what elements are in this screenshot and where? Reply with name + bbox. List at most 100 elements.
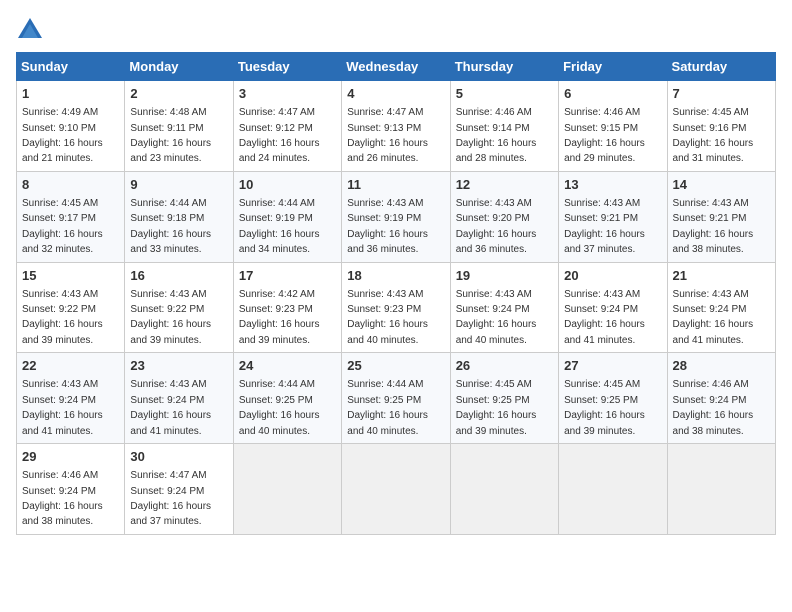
weekday-wednesday: Wednesday [342, 53, 450, 81]
weekday-thursday: Thursday [450, 53, 558, 81]
day-cell: 8 Sunrise: 4:45 AM Sunset: 9:17 PM Daylig… [17, 171, 125, 262]
day-info: Sunrise: 4:43 AM Sunset: 9:22 PM Dayligh… [22, 289, 103, 346]
day-number: 7 [673, 85, 770, 103]
day-number: 2 [130, 85, 227, 103]
weekday-friday: Friday [559, 53, 667, 81]
day-number: 17 [239, 267, 336, 285]
day-info: Sunrise: 4:46 AM Sunset: 9:15 PM Dayligh… [564, 107, 645, 164]
day-cell: 25 Sunrise: 4:44 AM Sunset: 9:25 PM Dayli… [342, 353, 450, 444]
day-number: 22 [22, 357, 119, 375]
week-row-3: 15Sunrise: 4:43 AM Sunset: 9:22 PM Dayli… [17, 262, 776, 353]
logo-icon [16, 16, 44, 44]
week-row-5: 29Sunrise: 4:46 AM Sunset: 9:24 PM Dayli… [17, 444, 776, 535]
day-info: Sunrise: 4:45 AM Sunset: 9:16 PM Dayligh… [673, 107, 754, 164]
day-number: 25 [347, 357, 444, 375]
day-info: Sunrise: 4:47 AM Sunset: 9:12 PM Dayligh… [239, 107, 320, 164]
day-number: 26 [456, 357, 553, 375]
day-number: 16 [130, 267, 227, 285]
day-cell: 3 Sunrise: 4:47 AM Sunset: 9:12 PM Daylig… [233, 81, 341, 172]
day-cell: 18Sunrise: 4:43 AM Sunset: 9:23 PM Dayli… [342, 262, 450, 353]
day-info: Sunrise: 4:43 AM Sunset: 9:19 PM Dayligh… [347, 198, 428, 255]
day-cell: 10 Sunrise: 4:44 AM Sunset: 9:19 PM Dayli… [233, 171, 341, 262]
day-cell: 5 Sunrise: 4:46 AM Sunset: 9:14 PM Daylig… [450, 81, 558, 172]
day-cell [559, 444, 667, 535]
weekday-monday: Monday [125, 53, 233, 81]
day-number: 27 [564, 357, 661, 375]
day-number: 5 [456, 85, 553, 103]
day-cell: 2 Sunrise: 4:48 AM Sunset: 9:11 PM Daylig… [125, 81, 233, 172]
day-number: 6 [564, 85, 661, 103]
day-cell: 1 Sunrise: 4:49 AM Sunset: 9:10 PM Daylig… [17, 81, 125, 172]
calendar-body: 1 Sunrise: 4:49 AM Sunset: 9:10 PM Daylig… [17, 81, 776, 535]
day-info: Sunrise: 4:44 AM Sunset: 9:25 PM Dayligh… [347, 379, 428, 436]
day-cell: 29Sunrise: 4:46 AM Sunset: 9:24 PM Dayli… [17, 444, 125, 535]
day-info: Sunrise: 4:49 AM Sunset: 9:10 PM Dayligh… [22, 107, 103, 164]
day-cell: 27 Sunrise: 4:45 AM Sunset: 9:25 PM Dayli… [559, 353, 667, 444]
day-cell: 6 Sunrise: 4:46 AM Sunset: 9:15 PM Daylig… [559, 81, 667, 172]
day-cell: 9Sunrise: 4:44 AM Sunset: 9:18 PM Daylig… [125, 171, 233, 262]
day-cell: 19 Sunrise: 4:43 AM Sunset: 9:24 PM Dayli… [450, 262, 558, 353]
day-number: 12 [456, 176, 553, 194]
day-info: Sunrise: 4:45 AM Sunset: 9:25 PM Dayligh… [456, 379, 537, 436]
day-cell [667, 444, 775, 535]
day-cell: 22Sunrise: 4:43 AM Sunset: 9:24 PM Dayli… [17, 353, 125, 444]
day-cell [450, 444, 558, 535]
day-number: 1 [22, 85, 119, 103]
day-info: Sunrise: 4:43 AM Sunset: 9:24 PM Dayligh… [456, 289, 537, 346]
day-number: 19 [456, 267, 553, 285]
day-info: Sunrise: 4:46 AM Sunset: 9:24 PM Dayligh… [673, 379, 754, 436]
day-info: Sunrise: 4:44 AM Sunset: 9:19 PM Dayligh… [239, 198, 320, 255]
day-number: 29 [22, 448, 119, 466]
day-info: Sunrise: 4:44 AM Sunset: 9:25 PM Dayligh… [239, 379, 320, 436]
day-cell [233, 444, 341, 535]
day-number: 20 [564, 267, 661, 285]
day-info: Sunrise: 4:43 AM Sunset: 9:24 PM Dayligh… [673, 289, 754, 346]
day-cell: 7 Sunrise: 4:45 AM Sunset: 9:16 PM Daylig… [667, 81, 775, 172]
day-number: 9 [130, 176, 227, 194]
day-cell: 23Sunrise: 4:43 AM Sunset: 9:24 PM Dayli… [125, 353, 233, 444]
week-row-2: 8 Sunrise: 4:45 AM Sunset: 9:17 PM Daylig… [17, 171, 776, 262]
day-info: Sunrise: 4:43 AM Sunset: 9:22 PM Dayligh… [130, 289, 211, 346]
day-info: Sunrise: 4:43 AM Sunset: 9:24 PM Dayligh… [564, 289, 645, 346]
day-number: 24 [239, 357, 336, 375]
day-cell: 11Sunrise: 4:43 AM Sunset: 9:19 PM Dayli… [342, 171, 450, 262]
weekday-saturday: Saturday [667, 53, 775, 81]
day-number: 4 [347, 85, 444, 103]
day-cell: 16 Sunrise: 4:43 AM Sunset: 9:22 PM Dayli… [125, 262, 233, 353]
calendar-table: SundayMondayTuesdayWednesdayThursdayFrid… [16, 52, 776, 535]
week-row-4: 22Sunrise: 4:43 AM Sunset: 9:24 PM Dayli… [17, 353, 776, 444]
day-cell: 20 Sunrise: 4:43 AM Sunset: 9:24 PM Dayli… [559, 262, 667, 353]
weekday-sunday: Sunday [17, 53, 125, 81]
day-info: Sunrise: 4:47 AM Sunset: 9:13 PM Dayligh… [347, 107, 428, 164]
day-cell: 13Sunrise: 4:43 AM Sunset: 9:21 PM Dayli… [559, 171, 667, 262]
day-cell: 26 Sunrise: 4:45 AM Sunset: 9:25 PM Dayli… [450, 353, 558, 444]
day-info: Sunrise: 4:45 AM Sunset: 9:25 PM Dayligh… [564, 379, 645, 436]
day-info: Sunrise: 4:43 AM Sunset: 9:23 PM Dayligh… [347, 289, 428, 346]
day-info: Sunrise: 4:43 AM Sunset: 9:21 PM Dayligh… [673, 198, 754, 255]
day-number: 10 [239, 176, 336, 194]
day-cell: 21 Sunrise: 4:43 AM Sunset: 9:24 PM Dayli… [667, 262, 775, 353]
day-info: Sunrise: 4:46 AM Sunset: 9:14 PM Dayligh… [456, 107, 537, 164]
day-cell [342, 444, 450, 535]
day-number: 23 [130, 357, 227, 375]
day-cell: 30 Sunrise: 4:47 AM Sunset: 9:24 PM Dayli… [125, 444, 233, 535]
day-number: 21 [673, 267, 770, 285]
weekday-tuesday: Tuesday [233, 53, 341, 81]
day-cell: 12 Sunrise: 4:43 AM Sunset: 9:20 PM Dayli… [450, 171, 558, 262]
day-cell: 28Sunrise: 4:46 AM Sunset: 9:24 PM Dayli… [667, 353, 775, 444]
day-info: Sunrise: 4:48 AM Sunset: 9:11 PM Dayligh… [130, 107, 211, 164]
week-row-1: 1 Sunrise: 4:49 AM Sunset: 9:10 PM Daylig… [17, 81, 776, 172]
day-info: Sunrise: 4:42 AM Sunset: 9:23 PM Dayligh… [239, 289, 320, 346]
day-number: 3 [239, 85, 336, 103]
day-number: 13 [564, 176, 661, 194]
weekday-header-row: SundayMondayTuesdayWednesdayThursdayFrid… [17, 53, 776, 81]
day-cell: 15Sunrise: 4:43 AM Sunset: 9:22 PM Dayli… [17, 262, 125, 353]
day-number: 30 [130, 448, 227, 466]
day-cell: 17 Sunrise: 4:42 AM Sunset: 9:23 PM Dayli… [233, 262, 341, 353]
day-number: 8 [22, 176, 119, 194]
day-info: Sunrise: 4:47 AM Sunset: 9:24 PM Dayligh… [130, 470, 211, 527]
day-cell: 14Sunrise: 4:43 AM Sunset: 9:21 PM Dayli… [667, 171, 775, 262]
logo [16, 16, 48, 44]
day-info: Sunrise: 4:43 AM Sunset: 9:20 PM Dayligh… [456, 198, 537, 255]
day-info: Sunrise: 4:45 AM Sunset: 9:17 PM Dayligh… [22, 198, 103, 255]
